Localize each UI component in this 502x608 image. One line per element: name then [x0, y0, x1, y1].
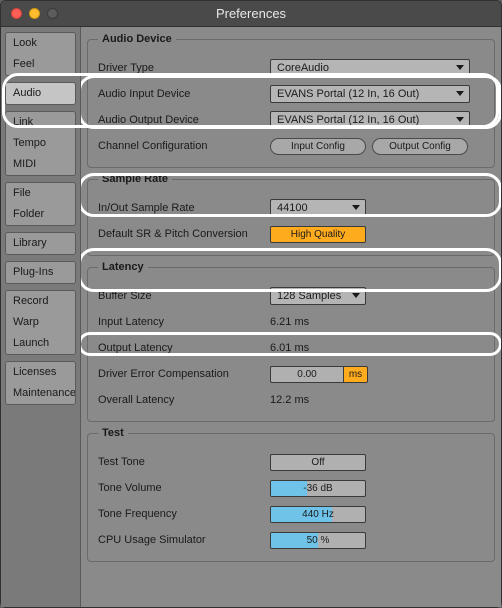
output-device-select[interactable]: EVANS Portal (12 In, 16 Out): [270, 111, 470, 129]
output-latency-label: Output Latency: [98, 342, 270, 354]
maximize-icon: [47, 8, 58, 19]
sidebar-item-launch[interactable]: Launch: [6, 333, 75, 354]
preferences-sidebar: LookFeel Audio LinkTempoMIDI FileFolder Libr…: [1, 27, 81, 607]
sidebar-item-audio[interactable]: Audio: [6, 83, 75, 104]
driver-error-comp-unit: ms: [344, 366, 368, 383]
cpu-usage-slider[interactable]: 50 %: [270, 532, 366, 549]
sidebar-item-look[interactable]: Look: [6, 33, 75, 54]
section-legend: Audio Device: [98, 33, 176, 45]
sidebar-item-link[interactable]: Link: [6, 112, 75, 133]
test-tone-toggle[interactable]: Off: [270, 454, 366, 471]
input-latency-label: Input Latency: [98, 316, 270, 328]
input-config-button[interactable]: Input Config: [270, 138, 366, 155]
sample-rate-select[interactable]: 44100: [270, 199, 366, 217]
driver-type-label: Driver Type: [98, 62, 270, 74]
sidebar-item-licenses[interactable]: Licenses: [6, 362, 75, 383]
overall-latency-value: 12.2 ms: [270, 394, 309, 406]
sample-rate-label: In/Out Sample Rate: [98, 202, 270, 214]
section-legend: Latency: [98, 261, 148, 273]
window-title: Preferences: [1, 6, 501, 21]
test-tone-label: Test Tone: [98, 456, 270, 468]
section-legend: Sample Rate: [98, 173, 172, 185]
tone-volume-slider[interactable]: -36 dB: [270, 480, 366, 497]
input-device-label: Audio Input Device: [98, 88, 270, 100]
driver-type-select[interactable]: CoreAudio: [270, 59, 470, 77]
sidebar-item-plug-ins[interactable]: Plug-Ins: [6, 262, 75, 283]
overall-latency-label: Overall Latency: [98, 394, 270, 406]
output-latency-value: 6.01 ms: [270, 342, 309, 354]
titlebar: Preferences: [1, 1, 501, 27]
preferences-content: Audio Device Driver Type CoreAudio Audio…: [81, 27, 501, 607]
sidebar-item-record[interactable]: Record: [6, 291, 75, 312]
buffer-size-select[interactable]: 128 Samples: [270, 287, 366, 305]
test-section: Test Test Tone Off Tone Volume -36 dB: [87, 427, 495, 562]
close-icon[interactable]: [11, 8, 22, 19]
sample-rate-section: Sample Rate In/Out Sample Rate 44100 Def…: [87, 173, 495, 256]
section-legend: Test: [98, 427, 128, 439]
input-latency-value: 6.21 ms: [270, 316, 309, 328]
output-config-button[interactable]: Output Config: [372, 138, 468, 155]
sidebar-item-file[interactable]: File: [6, 183, 75, 204]
sidebar-item-library[interactable]: Library: [6, 233, 75, 254]
driver-error-comp-value[interactable]: 0.00: [270, 366, 344, 383]
tone-volume-label: Tone Volume: [98, 482, 270, 494]
latency-section: Latency Buffer Size 128 Samples Input La…: [87, 261, 495, 422]
cpu-usage-label: CPU Usage Simulator: [98, 534, 270, 546]
audio-device-section: Audio Device Driver Type CoreAudio Audio…: [87, 33, 495, 168]
tone-frequency-label: Tone Frequency: [98, 508, 270, 520]
sidebar-item-midi[interactable]: MIDI: [6, 154, 75, 175]
output-device-label: Audio Output Device: [98, 114, 270, 126]
driver-error-comp-label: Driver Error Compensation: [98, 368, 270, 380]
sr-conversion-toggle[interactable]: High Quality: [270, 226, 366, 243]
sidebar-item-maintenance[interactable]: Maintenance: [6, 383, 75, 404]
sidebar-item-feel[interactable]: Feel: [6, 54, 75, 75]
tone-frequency-slider[interactable]: 440 Hz: [270, 506, 366, 523]
sidebar-item-warp[interactable]: Warp: [6, 312, 75, 333]
buffer-size-label: Buffer Size: [98, 290, 270, 302]
sidebar-item-tempo[interactable]: Tempo: [6, 133, 75, 154]
sr-conversion-label: Default SR & Pitch Conversion: [98, 228, 270, 240]
input-device-select[interactable]: EVANS Portal (12 In, 16 Out): [270, 85, 470, 103]
sidebar-item-folder[interactable]: Folder: [6, 204, 75, 225]
minimize-icon[interactable]: [29, 8, 40, 19]
channel-config-label: Channel Configuration: [98, 140, 270, 152]
